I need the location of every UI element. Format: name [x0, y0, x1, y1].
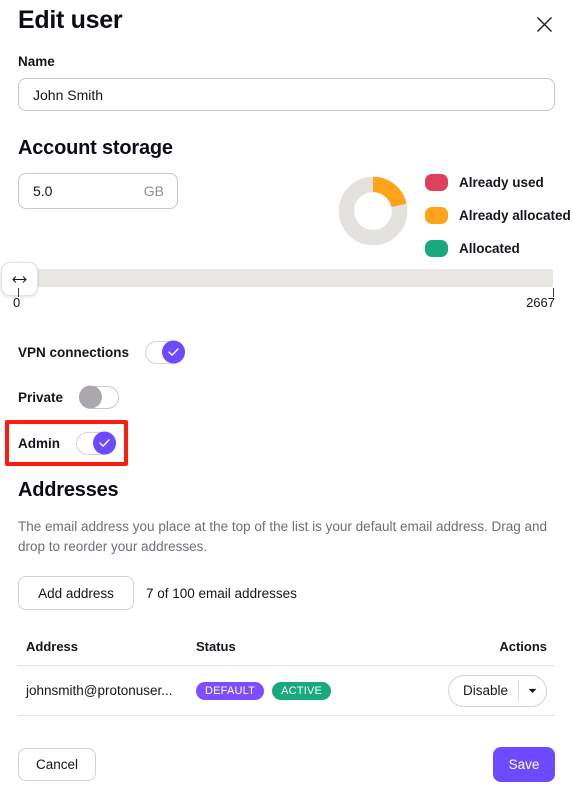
legend-label-already-allocated: Already allocated: [459, 208, 571, 223]
cell-actions: Disable: [396, 674, 555, 707]
toggle-knob: [93, 431, 116, 455]
addresses-title: Addresses: [18, 479, 119, 501]
table-header-row: Address Status Actions: [18, 632, 555, 666]
disable-button[interactable]: Disable: [449, 676, 518, 706]
toggle-knob: [162, 340, 186, 364]
private-label: Private: [18, 389, 64, 405]
column-header-actions: Actions: [499, 638, 547, 654]
cancel-button[interactable]: Cancel: [18, 748, 96, 781]
admin-row: Admin: [18, 429, 116, 457]
legend-item-allocated: Allocated: [425, 236, 573, 261]
chevron-down-icon[interactable]: [519, 676, 546, 706]
storage-donut-chart: [337, 175, 409, 247]
storage-unit-label: GB: [143, 183, 164, 199]
modal-header: Edit user: [18, 6, 559, 44]
add-address-button[interactable]: Add address: [18, 576, 134, 610]
slider-min-label: 0: [13, 295, 21, 310]
private-row: Private: [18, 383, 120, 411]
legend-item-already-used: Already used: [425, 170, 573, 195]
disable-split-button[interactable]: Disable: [447, 674, 547, 707]
check-icon: [99, 439, 110, 447]
slider-max-label: 2667: [526, 295, 555, 310]
check-icon: [168, 348, 179, 356]
addresses-description: The email address you place at the top o…: [18, 519, 548, 554]
admin-toggle[interactable]: [76, 431, 116, 455]
column-header-address: Address: [26, 638, 79, 654]
column-header-status: Status: [196, 638, 236, 654]
storage-slider[interactable]: 0 2667: [0, 262, 573, 312]
storage-legend: Already used Already allocated Allocated: [425, 170, 573, 269]
status-badge-active: ACTIVE: [272, 681, 332, 700]
page-title: Edit user: [18, 6, 123, 34]
cell-address: johnsmith@protonuser...: [26, 683, 173, 698]
legend-swatch-allocated: [425, 240, 448, 257]
private-toggle[interactable]: [79, 385, 120, 409]
vpn-connections-toggle[interactable]: [145, 340, 186, 364]
close-icon[interactable]: [529, 9, 559, 39]
name-input[interactable]: [18, 78, 555, 111]
vpn-connections-label: VPN connections: [18, 344, 130, 360]
legend-label-allocated: Allocated: [459, 241, 520, 256]
admin-label: Admin: [18, 435, 60, 451]
vpn-connections-row: VPN connections: [18, 338, 186, 366]
edit-user-modal: Edit user Name Account storage GB Alread…: [0, 0, 573, 796]
address-count-label: 7 of 100 email addresses: [146, 586, 297, 601]
name-label: Name: [18, 54, 55, 69]
account-storage-title: Account storage: [18, 137, 173, 159]
slider-handle[interactable]: [1, 262, 38, 296]
legend-item-already-allocated: Already allocated: [425, 203, 573, 228]
cell-status: DEFAULT ACTIVE: [196, 681, 396, 700]
save-button[interactable]: Save: [493, 747, 555, 782]
addresses-table: Address Status Actions johnsmith@protonu…: [18, 632, 555, 716]
legend-swatch-already-used: [425, 174, 448, 191]
resize-horizontal-icon: [12, 275, 27, 283]
toggle-knob: [79, 385, 103, 409]
status-badge-default: DEFAULT: [196, 681, 265, 700]
legend-label-already-used: Already used: [459, 175, 544, 190]
slider-track[interactable]: [18, 269, 553, 287]
storage-size-field[interactable]: GB: [18, 173, 178, 209]
storage-size-input[interactable]: [19, 183, 128, 199]
legend-swatch-already-allocated: [425, 207, 448, 224]
table-row[interactable]: johnsmith@protonuser... DEFAULT ACTIVE D…: [18, 666, 555, 716]
